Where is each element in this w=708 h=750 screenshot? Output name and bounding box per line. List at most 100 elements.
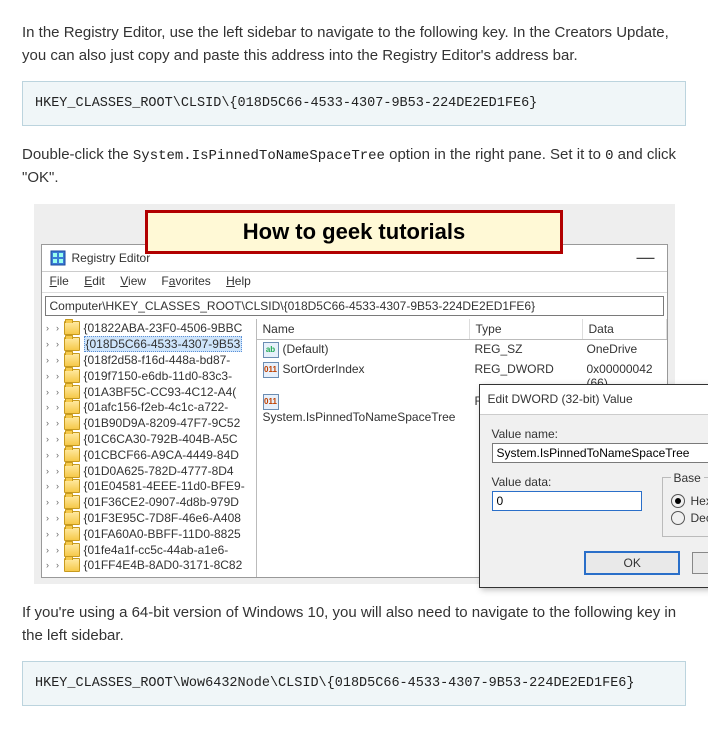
list-view: Name Type Data ab(Default)REG_SZOneDrive… [257, 319, 667, 578]
tree-item[interactable]: ›› {019f7150-e6db-11d0-83c3- [44, 368, 256, 384]
tree-item[interactable]: ››{01D0A625-782D-4777-8D4 [44, 463, 256, 479]
tree-item-label: {01B90D9A-8209-47F7-9C52 [84, 416, 241, 430]
inline-code: System.IsPinnedToNameSpaceTree [133, 148, 385, 164]
tree-item[interactable]: ›› {01afc156-f2eb-4c1c-a722- [44, 399, 256, 415]
chevron-right-icon: › [44, 371, 52, 381]
chevron-right-icon: › [54, 323, 62, 333]
chevron-right-icon: › [44, 560, 52, 570]
cancel-button[interactable]: Cancel [692, 552, 708, 574]
base-fieldset: Base Hexadecimal Decimal [662, 471, 708, 537]
chevron-right-icon: › [44, 434, 52, 444]
chevron-right-icon: › [54, 450, 62, 460]
folder-icon [64, 527, 80, 541]
folder-icon [64, 448, 80, 462]
tree-item-label: {01FF4E4B-8AD0-3171-8C82 [84, 558, 243, 572]
value-data-input[interactable] [492, 491, 642, 511]
tree-item-label: {01afc156-f2eb-4c1c-a722- [84, 400, 229, 414]
value-name-input[interactable] [492, 443, 708, 463]
value-data-label: Value data: [492, 475, 642, 489]
chevron-right-icon: › [44, 402, 52, 412]
tree-item[interactable]: ››{01FA60A0-BBFF-11D0-8825 [44, 526, 256, 542]
menu-help[interactable]: Help [226, 274, 251, 288]
radio-decimal[interactable]: Decimal [671, 511, 708, 525]
folder-icon [64, 479, 80, 493]
screenshot-container: How to geek tutorials Registry Editor — … [34, 204, 675, 585]
value-name: System.IsPinnedToNameSpaceTree [263, 410, 456, 424]
chevron-right-icon: › [54, 355, 62, 365]
tree-item-label: {019f7150-e6db-11d0-83c3- [84, 369, 233, 383]
folder-icon [64, 369, 80, 383]
inline-code: 0 [605, 148, 613, 164]
ok-button[interactable]: OK [584, 551, 680, 575]
chevron-right-icon: › [54, 402, 62, 412]
tree-view[interactable]: ››{01822ABA-23F0-4506-9BBC››{018D5C66-45… [42, 319, 257, 578]
edit-dword-dialog: Edit DWORD (32-bit) Value ✕ Value name: … [479, 384, 708, 588]
folder-icon [64, 385, 80, 399]
article-paragraph: In the Registry Editor, use the left sid… [22, 22, 686, 67]
column-type[interactable]: Type [470, 319, 583, 339]
tree-item-label: {01E04581-4EEE-11d0-BFE9- [84, 479, 245, 493]
window-title: Registry Editor [72, 251, 151, 265]
chevron-right-icon: › [44, 339, 52, 349]
folder-icon [64, 416, 80, 430]
tree-item[interactable]: ›› {018f2d58-f16d-448a-bd87- [44, 352, 256, 368]
chevron-right-icon: › [54, 545, 62, 555]
tree-item[interactable]: ›› {018D5C66-4533-4307-9B53 [44, 336, 256, 352]
column-name[interactable]: Name [257, 319, 470, 339]
tree-item[interactable]: ››{01C6CA30-792B-404B-A5C [44, 431, 256, 447]
menu-file[interactable]: File [50, 274, 69, 288]
chevron-right-icon: › [44, 497, 52, 507]
tree-item-label: {01F36CE2-0907-4d8b-979D [84, 495, 239, 509]
chevron-right-icon: › [54, 497, 62, 507]
tree-item-label: {01D0A625-782D-4777-8D4 [84, 464, 234, 478]
tree-item[interactable]: ›› {01CBCF66-A9CA-4449-84D [44, 447, 256, 463]
tree-item-label: {01CBCF66-A9CA-4449-84D [84, 448, 239, 462]
tree-item-label: {018f2d58-f16d-448a-bd87- [84, 353, 231, 367]
value-type: REG_SZ [469, 341, 581, 359]
column-data[interactable]: Data [583, 319, 667, 339]
address-bar[interactable]: Computer\HKEY_CLASSES_ROOT\CLSID\{018D5C… [45, 296, 664, 316]
tree-item[interactable]: ››{01FF4E4B-8AD0-3171-8C82 [44, 557, 256, 573]
chevron-right-icon: › [44, 481, 52, 491]
menu-favorites[interactable]: Favorites [161, 274, 210, 288]
tree-item-label: {018D5C66-4533-4307-9B53 [84, 336, 243, 352]
folder-icon [64, 400, 80, 414]
radio-hexadecimal[interactable]: Hexadecimal [671, 494, 708, 508]
tree-item[interactable]: ››{01A3BF5C-CC93-4C12-A4( [44, 384, 256, 400]
tree-item[interactable]: ››{01822ABA-23F0-4506-9BBC [44, 321, 256, 337]
radio-icon [671, 494, 685, 508]
menu-view[interactable]: View [120, 274, 146, 288]
chevron-right-icon: › [44, 450, 52, 460]
chevron-right-icon: › [44, 418, 52, 428]
menu-edit[interactable]: Edit [84, 274, 105, 288]
folder-icon [64, 511, 80, 525]
registry-editor-window: Registry Editor — File Edit View Favorit… [41, 244, 668, 579]
tree-item[interactable]: ›› {01E04581-4EEE-11d0-BFE9- [44, 478, 256, 494]
code-block-1: HKEY_CLASSES_ROOT\CLSID\{018D5C66-4533-4… [22, 81, 686, 126]
callout-banner: How to geek tutorials [145, 210, 563, 254]
tree-item[interactable]: ››{01B90D9A-8209-47F7-9C52 [44, 415, 256, 431]
tree-item[interactable]: ››{01fe4a1f-cc5c-44ab-a1e6- [44, 542, 256, 558]
radio-icon [671, 511, 685, 525]
tree-item-label: {01822ABA-23F0-4506-9BBC [84, 321, 243, 335]
chevron-right-icon: › [54, 513, 62, 523]
chevron-right-icon: › [54, 339, 62, 349]
dialog-title: Edit DWORD (32-bit) Value [488, 392, 633, 406]
folder-icon [64, 558, 80, 572]
chevron-right-icon: › [54, 434, 62, 444]
folder-icon [64, 464, 80, 478]
chevron-right-icon: › [44, 355, 52, 365]
tree-item[interactable]: ››{01F3E95C-7D8F-46e6-A408 [44, 510, 256, 526]
tree-item[interactable]: ›› {01F36CE2-0907-4d8b-979D [44, 494, 256, 510]
value-type-icon: ab [263, 342, 279, 358]
chevron-right-icon: › [44, 529, 52, 539]
chevron-right-icon: › [54, 371, 62, 381]
chevron-right-icon: › [44, 545, 52, 555]
value-row[interactable]: ab(Default)REG_SZOneDrive [257, 340, 667, 360]
chevron-right-icon: › [54, 387, 62, 397]
minimize-icon[interactable]: — [637, 247, 655, 268]
base-legend: Base [671, 471, 704, 485]
value-name: SortOrderIndex [283, 362, 365, 376]
value-name-label: Value name: [492, 427, 708, 441]
chevron-right-icon: › [54, 481, 62, 491]
